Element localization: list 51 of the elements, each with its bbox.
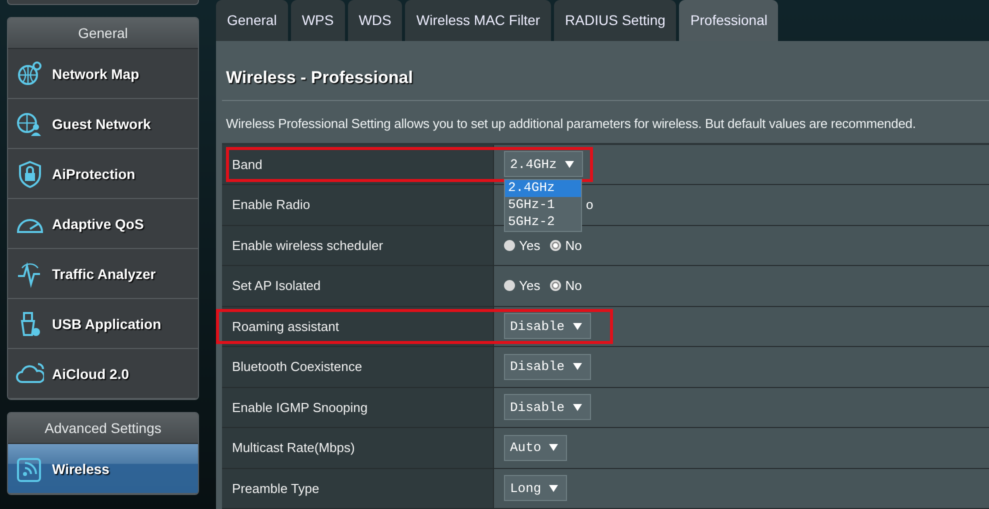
tab[interactable]: General [216, 0, 288, 40]
setting-label: Enable IGMP Snooping [222, 388, 493, 427]
menu-item[interactable]: Adaptive QoS [8, 199, 198, 249]
setting-label: Multicast Rate(Mbps) [222, 428, 493, 468]
dropdown[interactable]: 2.4GHz [504, 151, 583, 178]
menu-item[interactable]: Network Map [8, 49, 198, 99]
radio-label: No [565, 278, 582, 294]
caret-icon [572, 322, 582, 330]
caret-icon [572, 363, 582, 370]
setting-label: Preamble Type [222, 468, 493, 508]
dropdown-option[interactable]: 5GHz-2 [505, 214, 581, 230]
dropdown-option[interactable]: 5GHz-1 [505, 196, 581, 214]
menu-item[interactable]: Wireless [8, 444, 198, 494]
page-title: Wireless - Professional [222, 40, 989, 100]
page-description: Wireless Professional Setting allows you to set up additional parameters for wireless. But default values are recommended. [225, 114, 917, 133]
menu-item[interactable]: USB Application [8, 299, 198, 349]
setting-label: Enable Radio [222, 185, 493, 224]
dropdown[interactable]: Auto [504, 434, 568, 461]
section-title: General [8, 18, 198, 49]
menu-item[interactable]: Guest Network [8, 99, 198, 149]
section-title: Advanced Settings [8, 413, 198, 444]
dropdown[interactable]: Long [504, 475, 568, 502]
caret-icon [549, 484, 558, 492]
dropdown-option[interactable]: 2.4GHz [505, 180, 581, 196]
shield-icon [16, 160, 44, 188]
dropdown[interactable]: Disable [504, 354, 591, 380]
menu-item[interactable]: Traffic Analyzer [8, 249, 198, 299]
radio-label: o [586, 197, 594, 212]
radio-button[interactable] [550, 280, 562, 292]
tab[interactable]: WDS [348, 0, 402, 40]
radio-button[interactable] [504, 280, 515, 292]
setting-label: Bluetooth Coexistence [222, 347, 493, 386]
tab[interactable]: WPS [290, 0, 345, 40]
caret-icon [549, 444, 558, 452]
radio-label: No [565, 238, 582, 253]
tab[interactable]: RADIUS Setting [554, 0, 676, 40]
radio-label: Yes [519, 238, 540, 253]
menu-item[interactable]: AiCloud 2.0 [8, 349, 198, 399]
setting-label: Enable wireless scheduler [222, 226, 493, 265]
tab[interactable]: Professional [679, 0, 778, 40]
dropdown[interactable]: Disable [504, 313, 591, 340]
caret-icon [564, 160, 574, 168]
menu-item[interactable]: AiProtection [8, 149, 198, 199]
caret-icon [572, 404, 582, 411]
setting-label: Set AP Isolated [222, 266, 493, 306]
globe-icon [16, 60, 44, 88]
radio-label: Yes [519, 278, 540, 294]
radio-button[interactable] [550, 240, 562, 251]
radio-button[interactable] [504, 240, 515, 251]
dropdown[interactable]: Disable [504, 394, 591, 420]
tab[interactable]: Wireless MAC Filter [405, 0, 552, 40]
